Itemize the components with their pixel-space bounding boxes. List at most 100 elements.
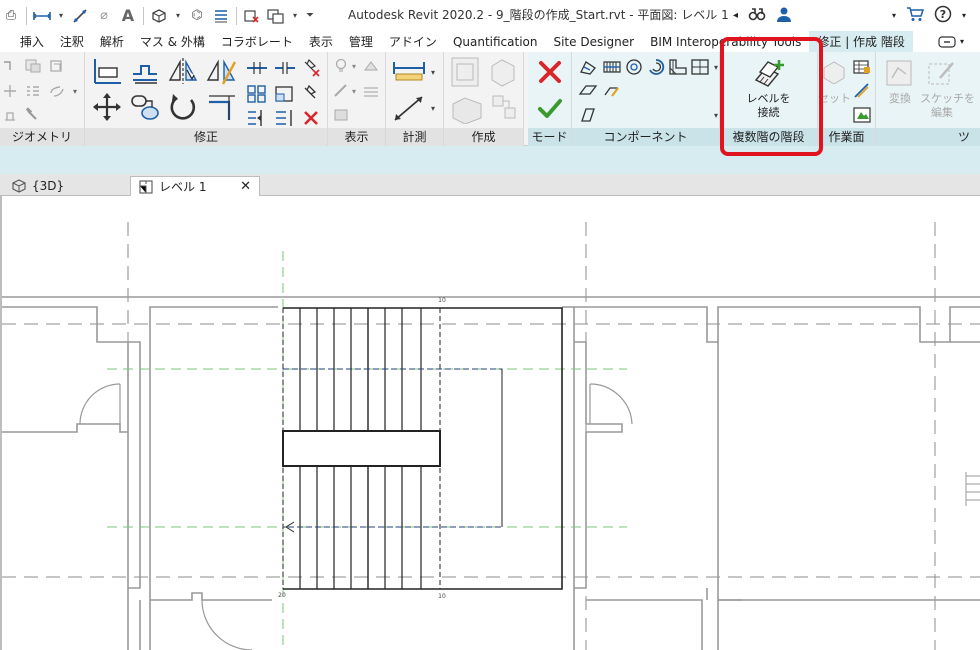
split-element-icon[interactable] (245, 58, 269, 78)
cope-icon[interactable] (2, 58, 18, 74)
chevron-down-icon[interactable]: ▾ (428, 100, 438, 116)
binoculars-icon[interactable] (748, 6, 766, 25)
chevron-down-icon[interactable]: ▾ (350, 83, 358, 99)
tab-manage[interactable]: 管理 (341, 31, 381, 52)
finish-edit-icon[interactable] (536, 94, 564, 122)
chevron-down-icon[interactable]: ▾ (291, 7, 299, 25)
straight-run-icon[interactable] (602, 58, 622, 76)
u-winder-icon[interactable] (690, 58, 710, 76)
tab-insert[interactable]: 挿入 (12, 31, 52, 52)
chevron-down-icon[interactable]: ▾ (962, 11, 966, 20)
linework-icon[interactable] (332, 83, 350, 99)
edit-sketch-icon[interactable] (926, 58, 956, 88)
chevron-down-icon[interactable]: ▾ (350, 58, 358, 74)
chevron-down-icon[interactable]: ▾ (428, 64, 438, 80)
chevron-down-icon[interactable]: ▾ (57, 7, 65, 25)
tab-quantification[interactable]: Quantification (445, 31, 546, 52)
aligned-dimension-icon[interactable] (392, 94, 426, 122)
run-icon[interactable] (578, 58, 598, 76)
lightbulb-icon[interactable] (332, 58, 350, 74)
chevron-down-icon[interactable]: ▾ (712, 106, 720, 124)
cancel-edit-icon[interactable] (536, 58, 564, 86)
tab-collaborate[interactable]: コラボレート (213, 31, 301, 52)
sketch-landing-icon[interactable] (602, 82, 622, 100)
l-winder-icon[interactable] (668, 58, 688, 76)
create-assembly-icon[interactable] (490, 92, 518, 124)
viewer-icon[interactable] (852, 106, 872, 124)
stair-element[interactable] (282, 307, 563, 590)
switch-windows-icon[interactable] (267, 7, 285, 25)
minimize-ribbon-icon[interactable] (938, 35, 956, 48)
close-hidden-windows-icon[interactable] (243, 7, 261, 25)
mirror-draw-axis-icon[interactable] (205, 56, 237, 86)
cart-icon[interactable] (906, 6, 925, 25)
tab-modify-create-stair[interactable]: 修正 | 作成 階段 (809, 31, 913, 52)
wall-joins-icon[interactable] (2, 83, 18, 99)
ref-plane-icon[interactable] (852, 82, 872, 100)
demolish-icon[interactable] (2, 107, 18, 123)
join-geometry-icon[interactable] (48, 58, 66, 74)
tab-analyze[interactable]: 解析 (92, 31, 132, 52)
close-icon[interactable]: ✕ (240, 179, 251, 194)
floor-plan-drawing[interactable]: 10 10 20 (2, 196, 980, 650)
center-spiral-icon[interactable] (646, 58, 666, 76)
tab-modify-short[interactable] (0, 31, 12, 52)
cut-geometry-icon[interactable] (24, 58, 42, 74)
rotate-icon[interactable] (167, 92, 199, 122)
array-icon[interactable] (245, 84, 269, 104)
convert-icon[interactable] (884, 58, 914, 88)
paint-icon[interactable] (48, 83, 66, 99)
tab-massing-site[interactable]: マス & 外構 (132, 31, 213, 52)
delete-icon[interactable] (299, 108, 323, 128)
3d-view-icon[interactable] (150, 7, 168, 25)
aligned-dimension-icon[interactable] (71, 7, 89, 25)
user-icon[interactable] (776, 6, 792, 25)
unpin-icon[interactable] (299, 58, 323, 78)
hammer-icon[interactable] (24, 107, 42, 123)
landing-icon[interactable] (578, 82, 598, 100)
hide-lines-icon[interactable] (362, 83, 380, 99)
trim-extend-multiple-icon[interactable] (273, 108, 297, 128)
split-with-gap-icon[interactable] (273, 58, 297, 78)
tab-site-designer[interactable]: Site Designer (545, 31, 642, 52)
create-similar-icon[interactable] (450, 92, 484, 124)
mirror-pick-axis-icon[interactable] (167, 56, 199, 86)
support-icon[interactable] (578, 106, 598, 124)
chevron-left-icon[interactable]: ◂ (733, 10, 738, 21)
tab-annotate[interactable]: 注釈 (52, 31, 92, 52)
copy-icon[interactable] (129, 92, 161, 122)
ribbon-toggle[interactable]: ▾ (938, 31, 980, 52)
split-face-icon[interactable] (24, 83, 42, 99)
tab-addins[interactable]: アドイン (381, 31, 445, 52)
section-icon[interactable]: ⌬ (188, 7, 206, 25)
cut-profile-icon[interactable] (332, 107, 350, 123)
move-icon[interactable] (91, 92, 123, 122)
create-parts-icon[interactable] (488, 56, 518, 88)
customize-toolbar-icon[interactable]: ⏷ (305, 7, 315, 25)
chevron-down-icon[interactable]: ▾ (174, 7, 182, 25)
show-work-plane-icon[interactable] (852, 58, 872, 76)
set-work-plane-icon[interactable] (822, 58, 846, 84)
chevron-down-icon[interactable]: ▾ (892, 11, 896, 20)
chevron-down-icon[interactable]: ▾ (712, 58, 720, 76)
tag-icon[interactable]: ⌀ (95, 7, 113, 25)
trim-extend-single-icon[interactable] (245, 108, 269, 128)
thin-lines-icon[interactable] (212, 7, 230, 25)
scale-icon[interactable] (273, 84, 297, 104)
chevron-down-icon[interactable]: ▾ (70, 83, 80, 99)
measure-icon[interactable] (33, 7, 51, 25)
view-tab-3d[interactable]: {3D} (4, 176, 72, 196)
trim-extend-corner-icon[interactable] (205, 92, 237, 122)
offset-icon[interactable] (129, 56, 161, 86)
print-icon[interactable]: ⎙ (2, 7, 20, 25)
tab-view[interactable]: 表示 (301, 31, 341, 52)
view-tab-level1[interactable]: レベル 1 ✕ (130, 176, 260, 196)
create-group-icon[interactable] (450, 56, 480, 88)
override-graphics-icon[interactable] (362, 58, 380, 74)
measure-between-icon[interactable] (392, 58, 426, 86)
chevron-down-icon[interactable]: ▾ (960, 37, 964, 46)
pin-icon[interactable] (299, 84, 323, 104)
spiral-run-icon[interactable] (624, 58, 644, 76)
text-icon[interactable]: A (119, 6, 137, 25)
drawing-canvas[interactable]: 10 10 20 (0, 196, 980, 650)
